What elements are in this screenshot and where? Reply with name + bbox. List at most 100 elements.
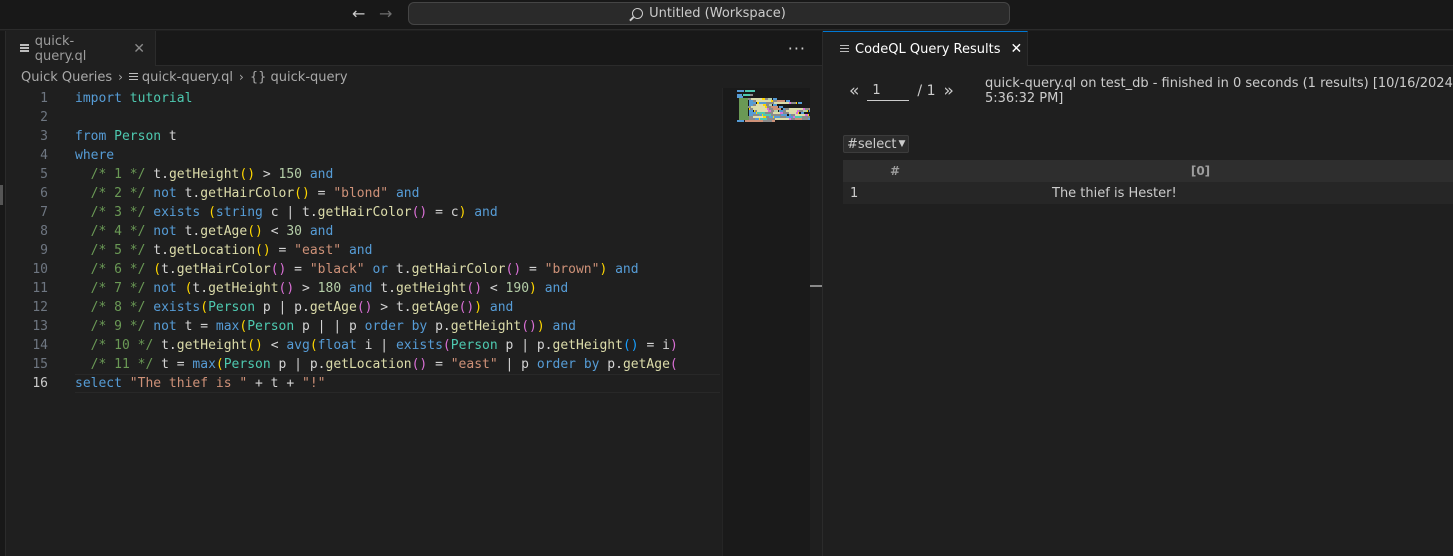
breadcrumb-symbol[interactable]: {} quick-query [250, 70, 348, 85]
code-token: getHairColor [317, 205, 412, 220]
code-token: getHeight [168, 167, 240, 182]
code-token: () [458, 300, 475, 315]
code-line[interactable]: 6 /* 2 */ not t.getHairColor() = "blond"… [6, 184, 720, 203]
code-token: ( [442, 338, 451, 353]
code-token: /* 5 */ [90, 243, 146, 258]
code-token: "east" [450, 357, 498, 372]
breadcrumb: Quick Queries › quick-query.ql › {} quic… [6, 66, 822, 88]
code-token: getHeight [395, 281, 467, 296]
breadcrumb-folder[interactable]: Quick Queries [21, 70, 112, 85]
code-line[interactable]: 13 /* 9 */ not t = max(Person p | | p or… [6, 317, 720, 336]
result-set-select[interactable]: #select ▼ [843, 135, 910, 153]
code-token: () [278, 281, 295, 296]
tab-label: quick-query.ql [34, 33, 87, 64]
line-number: 11 [32, 281, 48, 296]
code-line[interactable]: 14 /* 10 */ t.getHeight() < avg(float i … [6, 336, 720, 355]
result-set-value: #select [847, 136, 897, 152]
column-header-index[interactable]: # [843, 160, 947, 182]
breadcrumb-file[interactable]: quick-query.ql [142, 70, 233, 85]
code-token: and [395, 186, 420, 201]
code-line[interactable]: 7 /* 3 */ exists (string c | t.getHairCo… [6, 203, 720, 222]
code-token: () [356, 300, 373, 315]
code-token: p | | p [294, 319, 365, 334]
page-number-input[interactable] [867, 81, 910, 101]
code-line[interactable]: 11 /* 7 */ not (t.getHeight() > 180 and … [6, 279, 720, 298]
code-token: 30 [286, 224, 303, 239]
code-text: select "The thief is " + t + "!" [75, 374, 325, 393]
more-actions-icon[interactable]: ··· [788, 39, 806, 58]
code-token: not [153, 319, 177, 334]
code-text: import tutorial [75, 89, 192, 108]
code-line[interactable]: 12 /* 8 */ exists(Person p | p.getAge() … [6, 298, 720, 317]
tab-quick-query[interactable]: quick-query.ql ✕ [6, 31, 156, 66]
result-cell: The thief is Hester! [947, 182, 1453, 204]
close-icon[interactable]: ✕ [133, 41, 145, 57]
scrollbar-cursor-marker [810, 285, 822, 287]
results-table: # [0] 1 The thief is Hester! [843, 160, 1453, 204]
code-text: /* 9 */ not t = max(Person p | | p order… [75, 317, 576, 336]
code-text: /* 4 */ not t.getAge() < 30 and [75, 222, 334, 241]
code-token: and [348, 281, 373, 296]
code-line[interactable]: 1 import tutorial [6, 89, 720, 108]
code-line[interactable]: 5 /* 1 */ t.getHeight() > 150 and [6, 165, 720, 184]
file-lines-icon [840, 44, 849, 54]
code-text: /* 6 */ (t.getHairColor() = "black" or t… [75, 260, 639, 279]
code-token: = i [638, 338, 670, 353]
line-number: 2 [40, 110, 48, 125]
code-token: t. [176, 186, 201, 201]
code-token: max [192, 357, 216, 372]
code-token: getAge [309, 300, 357, 315]
command-center-search[interactable]: Untitled (Workspace) [408, 2, 1010, 25]
code-token: Person [114, 129, 162, 144]
search-icon [632, 8, 644, 19]
code-token: = [309, 186, 334, 201]
code-line[interactable]: 16 select "The thief is " + t + "!" [6, 374, 720, 393]
code-line[interactable]: 8 /* 4 */ not t.getAge() < 30 and [6, 222, 720, 241]
code-line[interactable]: 2 [6, 108, 720, 127]
code-token: tutorial [129, 91, 193, 106]
tab-codeql-query-results[interactable]: CodeQL Query Results ✕ [823, 31, 1028, 66]
code-token: () [622, 338, 639, 353]
code-line[interactable]: 15 /* 11 */ t = max(Person p | p.getLoca… [6, 355, 720, 374]
code-line[interactable]: 10 /* 6 */ (t.getHairColor() = "black" o… [6, 260, 720, 279]
code-token: p | p. [270, 357, 326, 372]
code-text: /* 11 */ t = max(Person p | p.getLocatio… [75, 355, 678, 374]
arrow-right-icon[interactable]: → [379, 5, 392, 23]
code-token: ( [669, 357, 678, 372]
results-tabs: CodeQL Query Results ✕ [823, 31, 1453, 66]
code-token: c | t. [262, 205, 318, 220]
code-token: max [215, 319, 240, 334]
minimap[interactable] [722, 88, 830, 556]
line-number: 12 [32, 300, 48, 315]
editor-scrollbar[interactable] [810, 88, 822, 556]
previous-page-button[interactable]: « [849, 81, 859, 101]
close-icon[interactable]: ✕ [1010, 41, 1022, 57]
minimap-token [795, 102, 797, 104]
code-token: getHairColor [411, 262, 506, 277]
column-header-0[interactable]: [0] [947, 160, 1453, 182]
code-line[interactable]: 3 from Person t [6, 127, 720, 146]
line-number: 3 [40, 129, 48, 144]
code-token: ) [529, 281, 537, 296]
code-token: /* 11 */ [90, 357, 154, 372]
code-token: = [286, 262, 310, 277]
arrow-left-icon[interactable]: ← [352, 5, 365, 23]
result-value[interactable]: The thief is Hester! [953, 186, 1177, 201]
editor-group: quick-query.ql ✕ ··· Quick Queries › qui… [6, 31, 830, 556]
code-token: getHairColor [200, 186, 295, 201]
code-token: t. [161, 262, 177, 277]
code-token: "east" [294, 243, 342, 258]
table-row[interactable]: 1 The thief is Hester! [843, 182, 1453, 204]
line-number: 14 [32, 338, 48, 353]
code-token: and [309, 224, 334, 239]
code-editor[interactable]: 1 import tutorial 2 3 from Person t 4 where 5 /… [6, 88, 720, 556]
code-token: t. [145, 243, 169, 258]
code-line[interactable]: 9 /* 5 */ t.getLocation() = "east" and [6, 241, 720, 260]
next-page-button[interactable]: » [943, 81, 953, 101]
code-line[interactable]: 4 where [6, 146, 720, 165]
code-token: select [75, 376, 122, 391]
